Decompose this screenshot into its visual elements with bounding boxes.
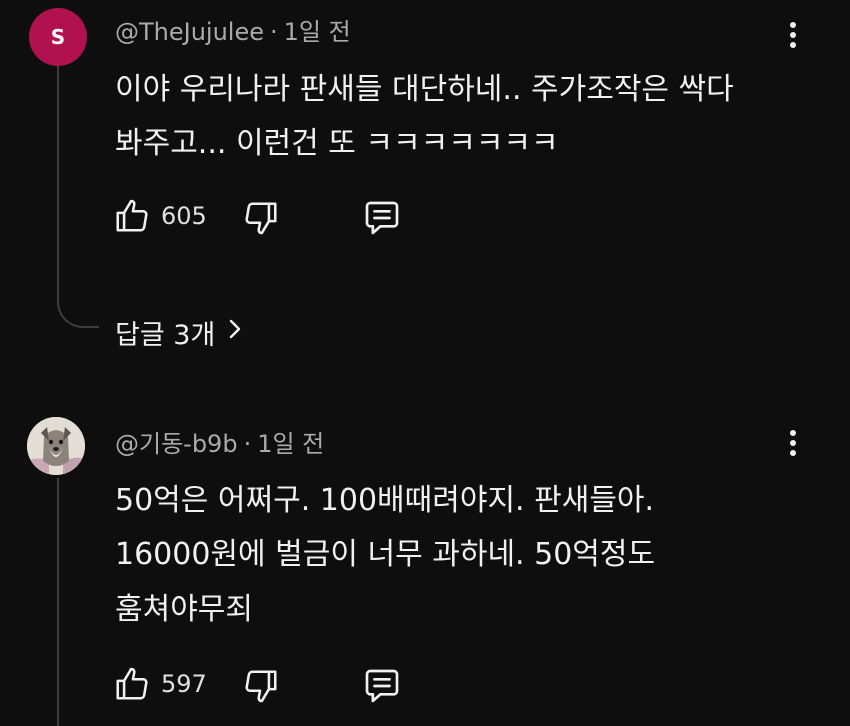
- dislike-button[interactable]: [242, 666, 280, 706]
- like-button[interactable]: 597: [113, 664, 207, 704]
- dislike-button[interactable]: [242, 198, 280, 238]
- like-count: 605: [161, 202, 207, 230]
- comment-text-line: 50억은 어쩌구. 100배때려야지. 판새들아.: [115, 483, 655, 518]
- avatar[interactable]: [27, 417, 85, 475]
- comment-reply-icon: [361, 666, 403, 706]
- thumbs-down-icon: [242, 666, 280, 706]
- meta-separator: ·: [270, 18, 278, 46]
- chevron-right-icon: [227, 317, 243, 348]
- thread-connector-line: [57, 64, 99, 328]
- dog-avatar-image: [27, 417, 85, 475]
- like-button[interactable]: 605: [113, 196, 207, 236]
- comment-time[interactable]: 1일 전: [284, 18, 351, 46]
- view-replies-button[interactable]: 답글 3개: [115, 313, 243, 352]
- more-vertical-icon[interactable]: [783, 423, 803, 463]
- replies-label: 답글 3개: [115, 320, 216, 351]
- more-vertical-icon[interactable]: [783, 15, 803, 55]
- comment-time[interactable]: 1일 전: [257, 430, 324, 458]
- comment-meta: @기동-b9b · 1일 전: [115, 424, 324, 459]
- meta-separator: ·: [243, 430, 252, 458]
- comment-text-line: 봐주고... 이런건 또 ㅋㅋㅋㅋㅋㅋㅋ: [115, 126, 559, 161]
- reply-button[interactable]: [361, 666, 403, 706]
- thumbs-up-icon: [113, 196, 151, 236]
- thumbs-down-icon: [242, 198, 280, 238]
- comment-meta: @TheJujulee · 1일 전: [115, 12, 351, 47]
- comment-reply-icon: [361, 198, 403, 238]
- comment-author[interactable]: @기동-b9b: [115, 430, 238, 458]
- thread-connector-line: [57, 478, 59, 726]
- comment-text-line: 이야 우리나라 판새들 대단하네.. 주가조작은 싹다: [115, 72, 734, 107]
- comment-text-line: 16000원에 벌금이 너무 과하네. 50억정도: [115, 537, 656, 572]
- comment-text-line: 훔쳐야무죄: [115, 592, 253, 627]
- comment-author[interactable]: @TheJujulee: [115, 18, 264, 46]
- like-count: 597: [161, 670, 207, 698]
- avatar-letter: S: [50, 25, 66, 49]
- thumbs-up-icon: [113, 664, 151, 704]
- avatar[interactable]: S: [29, 8, 87, 66]
- reply-button[interactable]: [361, 198, 403, 238]
